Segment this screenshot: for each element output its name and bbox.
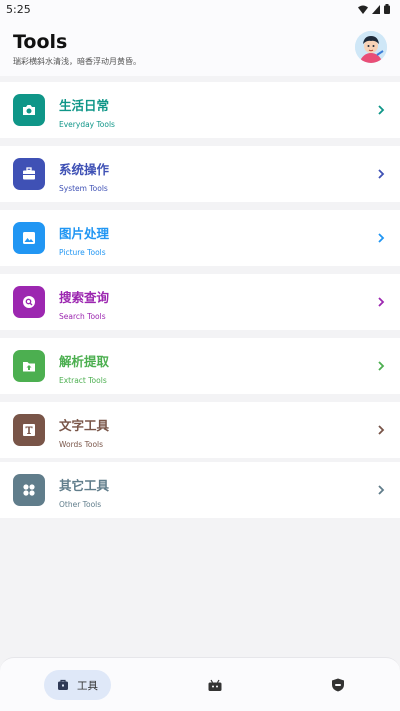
item-title: 图片处理 bbox=[59, 226, 110, 241]
signal-icon bbox=[372, 4, 380, 14]
item-title: 搜索查询 bbox=[59, 290, 110, 305]
item-title: 其它工具 bbox=[59, 478, 110, 493]
page-title: Tools bbox=[13, 31, 68, 53]
item-icon-badge bbox=[13, 158, 45, 190]
camera-icon bbox=[23, 105, 35, 115]
item-icon-badge bbox=[13, 414, 45, 446]
status-bar: 5:25 bbox=[0, 0, 400, 18]
status-time: 5:25 bbox=[6, 2, 31, 16]
item-title: 系统操作 bbox=[59, 162, 110, 177]
item-subtitle: Everyday Tools bbox=[59, 120, 115, 129]
chevron-right-icon bbox=[378, 105, 385, 115]
item-subtitle: Search Tools bbox=[59, 312, 106, 321]
battery-icon bbox=[384, 4, 390, 14]
avatar-illustration-icon bbox=[355, 31, 387, 63]
item-title: 生活日常 bbox=[59, 98, 110, 113]
item-subtitle: Picture Tools bbox=[59, 248, 106, 257]
chevron-right-icon bbox=[378, 485, 385, 495]
apps-icon bbox=[23, 484, 35, 496]
item-icon-badge bbox=[13, 222, 45, 254]
folder-upload-icon bbox=[23, 362, 35, 372]
item-subtitle: System Tools bbox=[59, 184, 108, 193]
chevron-right-icon bbox=[378, 169, 385, 179]
item-icon-badge bbox=[13, 350, 45, 382]
item-subtitle: Extract Tools bbox=[59, 376, 107, 385]
briefcase-icon bbox=[23, 167, 35, 180]
list-item-search-tools[interactable]: 搜索查询 Search Tools bbox=[0, 274, 400, 330]
status-icons bbox=[358, 4, 390, 14]
item-icon-badge bbox=[13, 286, 45, 318]
list-item-words-tools[interactable]: 文字工具 Words Tools bbox=[0, 402, 400, 458]
item-icon-badge bbox=[13, 474, 45, 506]
chevron-right-icon bbox=[378, 233, 385, 243]
search-icon bbox=[23, 296, 35, 308]
chevron-right-icon bbox=[378, 425, 385, 435]
image-icon bbox=[23, 232, 35, 244]
list-item-system-tools[interactable]: 系统操作 System Tools bbox=[0, 146, 400, 202]
toolbox-icon bbox=[58, 679, 68, 690]
item-subtitle: Words Tools bbox=[59, 440, 104, 449]
page-subtitle: 瑞彩横斜水清浅，暗香浮动月黄昏。 bbox=[13, 57, 141, 66]
wifi-icon bbox=[358, 5, 368, 14]
item-title: 文字工具 bbox=[59, 418, 110, 433]
item-title: 解析提取 bbox=[59, 354, 110, 369]
avatar[interactable] bbox=[355, 31, 387, 63]
tab-robot-icon[interactable] bbox=[207, 678, 223, 692]
chevron-right-icon bbox=[378, 361, 385, 371]
tab-shield-icon[interactable] bbox=[330, 677, 346, 693]
list-item-other-tools[interactable]: 其它工具 Other Tools bbox=[0, 462, 400, 518]
item-icon-badge bbox=[13, 94, 45, 126]
item-subtitle: Other Tools bbox=[59, 500, 102, 509]
list-item-everyday-tools[interactable]: 生活日常 Everyday Tools bbox=[0, 82, 400, 138]
tab-tools-label: 工具 bbox=[77, 679, 98, 692]
tab-tools[interactable]: 工具 bbox=[44, 670, 111, 700]
list-item-extract-tools[interactable]: 解析提取 Extract Tools bbox=[0, 338, 400, 394]
header: Tools 瑞彩横斜水清浅，暗香浮动月黄昏。 bbox=[0, 18, 400, 76]
bottom-navigation: 工具 bbox=[0, 657, 400, 711]
text-icon bbox=[23, 424, 35, 436]
list-item-picture-tools[interactable]: 图片处理 Picture Tools bbox=[0, 210, 400, 266]
chevron-right-icon bbox=[378, 297, 385, 307]
